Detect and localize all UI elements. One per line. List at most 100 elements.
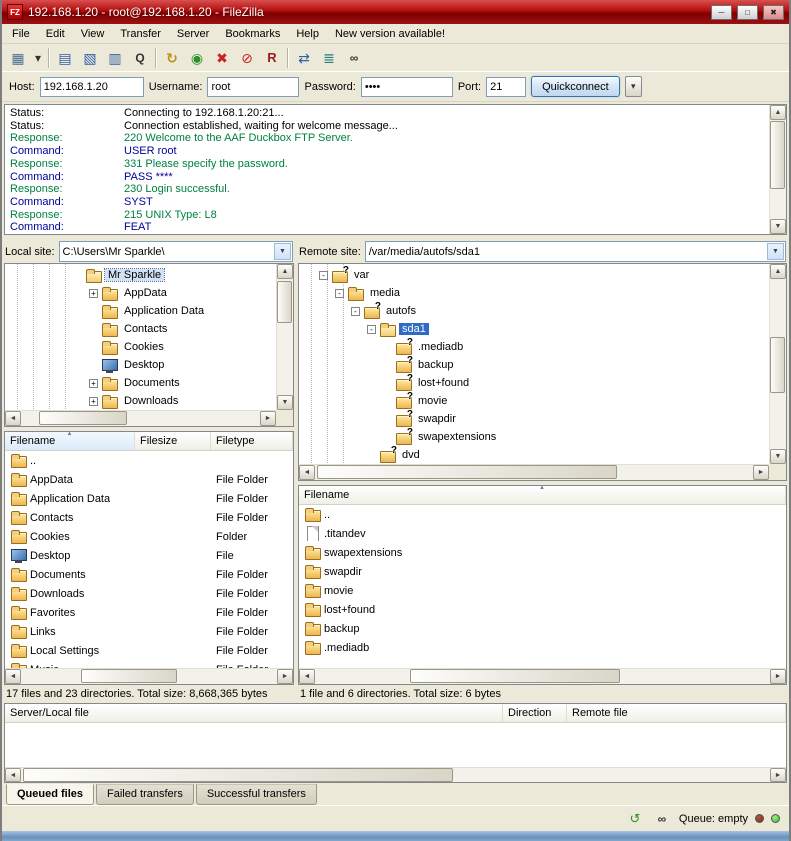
scroll-thumb[interactable] (39, 411, 127, 425)
tree-expander-icon[interactable]: - (335, 289, 344, 298)
column-header-server-local-file[interactable]: Server/Local file (5, 704, 503, 722)
scroll-left-button[interactable] (5, 411, 21, 426)
scroll-track[interactable] (21, 411, 260, 426)
menu-server[interactable]: Server (169, 25, 217, 43)
remote-tree-vscrollbar[interactable] (769, 264, 786, 464)
process-queue-icon[interactable]: ◉ (185, 47, 209, 69)
column-header-filesize[interactable]: Filesize (135, 432, 211, 450)
new-version-link[interactable]: New version available! (327, 25, 453, 43)
remote-file-row[interactable]: movie (299, 581, 786, 600)
local-tree-item[interactable]: + Downloads (5, 392, 276, 410)
local-tree-item[interactable]: Mr Sparkle (5, 266, 276, 284)
scroll-down-button[interactable] (277, 395, 293, 410)
scroll-right-button[interactable] (770, 669, 786, 684)
column-header-direction[interactable]: Direction (503, 704, 567, 722)
scroll-left-button[interactable] (5, 768, 21, 782)
site-manager-icon[interactable]: ▦ (6, 47, 30, 69)
remote-tree-item[interactable]: movie (299, 392, 769, 410)
scroll-up-button[interactable] (277, 264, 293, 279)
scroll-thumb[interactable] (277, 281, 292, 323)
scroll-track[interactable] (770, 120, 786, 219)
local-file-row[interactable]: AppData File Folder (5, 470, 293, 489)
toggle-queue-icon[interactable]: Q (128, 47, 152, 69)
remote-tree-item[interactable]: .mediadb (299, 338, 769, 356)
tab-failed-transfers[interactable]: Failed transfers (96, 784, 194, 805)
local-file-row[interactable]: Contacts File Folder (5, 508, 293, 527)
chevron-down-icon[interactable] (274, 243, 291, 260)
scroll-track[interactable] (277, 279, 293, 395)
column-header-remote-file[interactable]: Remote file (567, 704, 786, 722)
port-input[interactable] (486, 77, 526, 97)
username-input[interactable] (207, 77, 299, 97)
remote-file-row[interactable]: .. (299, 505, 786, 524)
scroll-thumb[interactable] (770, 121, 785, 189)
column-header-filename[interactable]: Filename (5, 432, 135, 450)
disconnect-icon[interactable]: ⊘ (235, 47, 259, 69)
tree-expander-icon[interactable]: - (351, 307, 360, 316)
local-site-combobox[interactable]: C:\Users\Mr Sparkle\ (59, 241, 293, 262)
column-header-filename[interactable]: Filename (299, 486, 786, 504)
remote-file-row[interactable]: backup (299, 619, 786, 638)
toggle-log-icon[interactable]: ▤ (53, 47, 77, 69)
tree-expander-icon[interactable]: + (89, 379, 98, 388)
local-list-hscrollbar[interactable] (5, 668, 293, 684)
tree-expander-icon[interactable]: - (367, 325, 376, 334)
local-tree-item[interactable]: Desktop (5, 356, 276, 374)
menu-bookmarks[interactable]: Bookmarks (217, 25, 288, 43)
remote-tree-item[interactable]: lost+found (299, 374, 769, 392)
scroll-track[interactable] (315, 465, 753, 480)
scroll-left-button[interactable] (5, 669, 21, 684)
tree-expander-icon[interactable]: + (89, 289, 98, 298)
tab-successful-transfers[interactable]: Successful transfers (196, 784, 317, 805)
close-button[interactable] (763, 5, 784, 20)
local-file-row[interactable]: Desktop File (5, 546, 293, 565)
minimize-button[interactable] (711, 5, 732, 20)
scroll-thumb[interactable] (81, 669, 177, 683)
scroll-down-button[interactable] (770, 449, 786, 464)
scroll-down-button[interactable] (770, 219, 786, 234)
reconnect-icon[interactable]: R (260, 47, 284, 69)
remote-file-row[interactable]: swapdir (299, 562, 786, 581)
scroll-right-button[interactable] (277, 669, 293, 684)
local-tree-item[interactable]: + AppData (5, 284, 276, 302)
tab-queued-files[interactable]: Queued files (6, 784, 94, 805)
scroll-track[interactable] (315, 669, 770, 684)
local-file-row[interactable]: Favorites File Folder (5, 603, 293, 622)
local-tree-hscrollbar[interactable] (5, 410, 276, 426)
local-file-row[interactable]: Music File Folder (5, 660, 293, 668)
local-tree-item[interactable]: Application Data (5, 302, 276, 320)
remote-tree-item[interactable]: - media (299, 284, 769, 302)
scroll-left-button[interactable] (299, 669, 315, 684)
scroll-right-button[interactable] (260, 411, 276, 426)
scroll-track[interactable] (21, 768, 770, 782)
quickconnect-dropdown[interactable] (625, 76, 642, 97)
local-file-row[interactable]: Downloads File Folder (5, 584, 293, 603)
scroll-up-button[interactable] (770, 105, 786, 120)
local-file-row[interactable]: Documents File Folder (5, 565, 293, 584)
scroll-up-button[interactable] (770, 264, 786, 279)
binoculars-icon[interactable]: ∞ (652, 810, 672, 828)
log-vscrollbar[interactable] (769, 105, 786, 234)
remote-file-row[interactable]: .titandev (299, 524, 786, 543)
local-tree-item[interactable]: Cookies (5, 338, 276, 356)
site-manager-dropdown[interactable]: ▾ (31, 47, 45, 69)
find-files-icon[interactable]: ∞ (342, 47, 366, 69)
local-tree-item[interactable]: + Documents (5, 374, 276, 392)
local-tree-item[interactable]: Contacts (5, 320, 276, 338)
remote-tree-item[interactable]: - autofs (299, 302, 769, 320)
cancel-icon[interactable]: ✖ (210, 47, 234, 69)
refresh-icon[interactable]: ↻ (160, 47, 184, 69)
circular-arrows-icon[interactable]: ↺ (625, 810, 645, 828)
toggle-local-tree-icon[interactable]: ▧ (78, 47, 102, 69)
remote-file-row[interactable]: .mediadb (299, 638, 786, 657)
remote-file-row[interactable]: lost+found (299, 600, 786, 619)
scroll-thumb[interactable] (23, 768, 453, 782)
scroll-thumb[interactable] (317, 465, 617, 479)
remote-tree-item[interactable]: swapdir (299, 410, 769, 428)
remote-tree-item[interactable]: backup (299, 356, 769, 374)
local-file-row[interactable]: Cookies Folder (5, 527, 293, 546)
scroll-thumb[interactable] (410, 669, 620, 683)
local-file-row[interactable]: Application Data File Folder (5, 489, 293, 508)
remote-tree-item[interactable]: dvd (299, 446, 769, 464)
scroll-right-button[interactable] (770, 768, 786, 782)
